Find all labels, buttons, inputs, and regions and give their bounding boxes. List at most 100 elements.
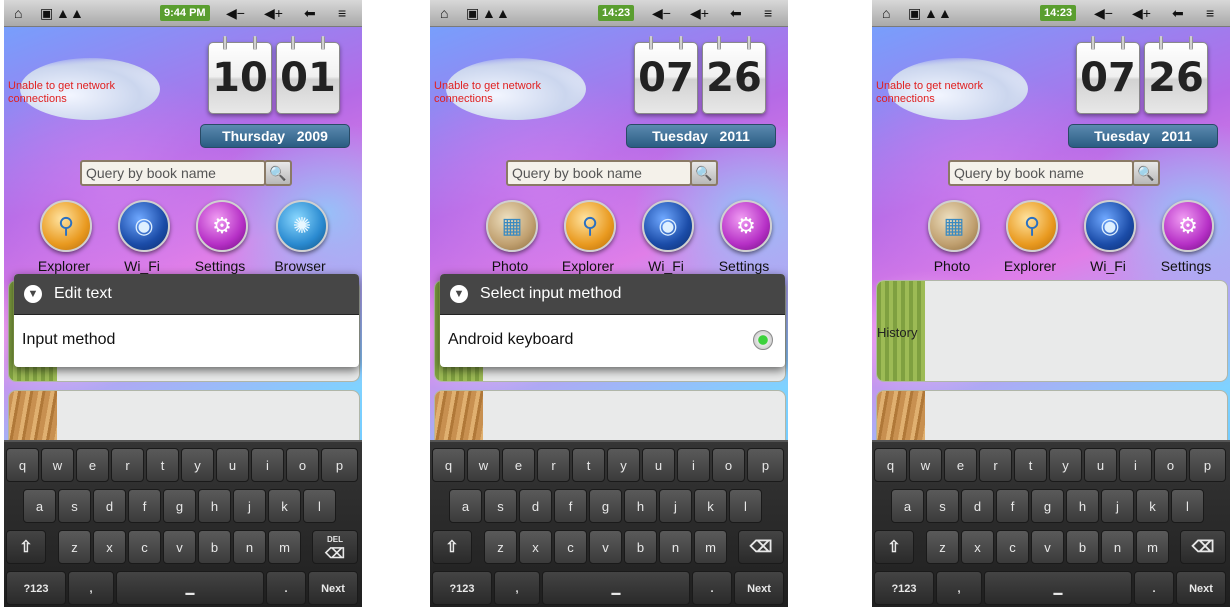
- app-explorer[interactable]: ⚲: [564, 200, 616, 252]
- key-b[interactable]: b: [198, 530, 231, 564]
- key-n[interactable]: n: [659, 530, 692, 564]
- key-m[interactable]: m: [1136, 530, 1169, 564]
- menu-icon[interactable]: ≡: [338, 4, 346, 22]
- key-l[interactable]: l: [729, 489, 762, 523]
- key-delete[interactable]: ⌫: [738, 530, 784, 564]
- key-u[interactable]: u: [642, 448, 675, 482]
- menu-icon[interactable]: ≡: [1206, 4, 1214, 22]
- android-keyboard-option[interactable]: Android keyboard: [440, 315, 785, 367]
- key-v[interactable]: v: [163, 530, 196, 564]
- key-t[interactable]: t: [572, 448, 605, 482]
- input-method-option[interactable]: Input method: [14, 315, 359, 367]
- key-s[interactable]: s: [926, 489, 959, 523]
- key-u[interactable]: u: [1084, 448, 1117, 482]
- volume-down-icon[interactable]: ◀−: [1094, 4, 1113, 22]
- app-explorer[interactable]: ⚲: [40, 200, 92, 252]
- key-p[interactable]: p: [747, 448, 784, 482]
- key-d[interactable]: d: [961, 489, 994, 523]
- key-r[interactable]: r: [537, 448, 570, 482]
- volume-up-icon[interactable]: ◀+: [264, 4, 283, 22]
- book-search-input[interactable]: Query by book name: [506, 160, 692, 186]
- home-icon[interactable]: ⌂: [440, 4, 448, 22]
- key-k[interactable]: k: [694, 489, 727, 523]
- app-explorer[interactable]: ⚲: [1006, 200, 1058, 252]
- key-r[interactable]: r: [979, 448, 1012, 482]
- key-l[interactable]: l: [1171, 489, 1204, 523]
- key-space[interactable]: ▁: [542, 571, 690, 605]
- key-f[interactable]: f: [128, 489, 161, 523]
- key-k[interactable]: k: [268, 489, 301, 523]
- key-space[interactable]: ▁: [116, 571, 264, 605]
- key-g[interactable]: g: [589, 489, 622, 523]
- key-c[interactable]: c: [128, 530, 161, 564]
- key-i[interactable]: i: [251, 448, 284, 482]
- key-o[interactable]: o: [1154, 448, 1187, 482]
- key-symbols[interactable]: ?123: [432, 571, 492, 605]
- key-v[interactable]: v: [589, 530, 622, 564]
- key-a[interactable]: a: [449, 489, 482, 523]
- volume-down-icon[interactable]: ◀−: [226, 4, 245, 22]
- key-period[interactable]: .: [266, 571, 306, 605]
- key-delete[interactable]: DEL ⌫: [312, 530, 358, 564]
- app-wifi[interactable]: ◉: [642, 200, 694, 252]
- app-settings[interactable]: ⚙: [196, 200, 248, 252]
- radio-selected-icon[interactable]: [753, 330, 773, 350]
- key-comma[interactable]: ,: [494, 571, 540, 605]
- key-y[interactable]: y: [607, 448, 640, 482]
- key-comma[interactable]: ,: [936, 571, 982, 605]
- app-browser[interactable]: ✺: [276, 200, 328, 252]
- home-icon[interactable]: ⌂: [882, 4, 890, 22]
- key-comma[interactable]: ,: [68, 571, 114, 605]
- book-search-input[interactable]: Query by book name: [80, 160, 266, 186]
- key-b[interactable]: b: [1066, 530, 1099, 564]
- key-x[interactable]: x: [93, 530, 126, 564]
- key-k[interactable]: k: [1136, 489, 1169, 523]
- app-wifi[interactable]: ◉: [118, 200, 170, 252]
- key-d[interactable]: d: [93, 489, 126, 523]
- key-period[interactable]: .: [1134, 571, 1174, 605]
- key-w[interactable]: w: [909, 448, 942, 482]
- key-d[interactable]: d: [519, 489, 552, 523]
- key-i[interactable]: i: [1119, 448, 1152, 482]
- key-l[interactable]: l: [303, 489, 336, 523]
- app-photo[interactable]: ▦: [928, 200, 980, 252]
- volume-up-icon[interactable]: ◀+: [1132, 4, 1151, 22]
- key-z[interactable]: z: [58, 530, 91, 564]
- app-settings[interactable]: ⚙: [720, 200, 772, 252]
- key-next[interactable]: Next: [308, 571, 358, 605]
- key-c[interactable]: c: [996, 530, 1029, 564]
- key-y[interactable]: y: [181, 448, 214, 482]
- key-s[interactable]: s: [484, 489, 517, 523]
- key-m[interactable]: m: [268, 530, 301, 564]
- key-y[interactable]: y: [1049, 448, 1082, 482]
- key-h[interactable]: h: [624, 489, 657, 523]
- key-r[interactable]: r: [111, 448, 144, 482]
- key-w[interactable]: w: [467, 448, 500, 482]
- key-p[interactable]: p: [321, 448, 358, 482]
- key-c[interactable]: c: [554, 530, 587, 564]
- key-x[interactable]: x: [519, 530, 552, 564]
- key-x[interactable]: x: [961, 530, 994, 564]
- key-a[interactable]: a: [891, 489, 924, 523]
- search-button[interactable]: 🔍: [690, 160, 718, 186]
- key-o[interactable]: o: [286, 448, 319, 482]
- key-g[interactable]: g: [1031, 489, 1064, 523]
- history-shelf[interactable]: History: [876, 280, 1228, 382]
- key-space[interactable]: ▁: [984, 571, 1132, 605]
- key-e[interactable]: e: [944, 448, 977, 482]
- key-j[interactable]: j: [233, 489, 266, 523]
- key-next[interactable]: Next: [734, 571, 784, 605]
- key-v[interactable]: v: [1031, 530, 1064, 564]
- menu-icon[interactable]: ≡: [764, 4, 772, 22]
- key-delete[interactable]: ⌫: [1180, 530, 1226, 564]
- key-symbols[interactable]: ?123: [874, 571, 934, 605]
- volume-up-icon[interactable]: ◀+: [690, 4, 709, 22]
- key-shift[interactable]: ⇧: [6, 530, 46, 564]
- key-h[interactable]: h: [198, 489, 231, 523]
- key-n[interactable]: n: [233, 530, 266, 564]
- key-p[interactable]: p: [1189, 448, 1226, 482]
- app-wifi[interactable]: ◉: [1084, 200, 1136, 252]
- key-z[interactable]: z: [484, 530, 517, 564]
- key-f[interactable]: f: [554, 489, 587, 523]
- home-icon[interactable]: ⌂: [14, 4, 22, 22]
